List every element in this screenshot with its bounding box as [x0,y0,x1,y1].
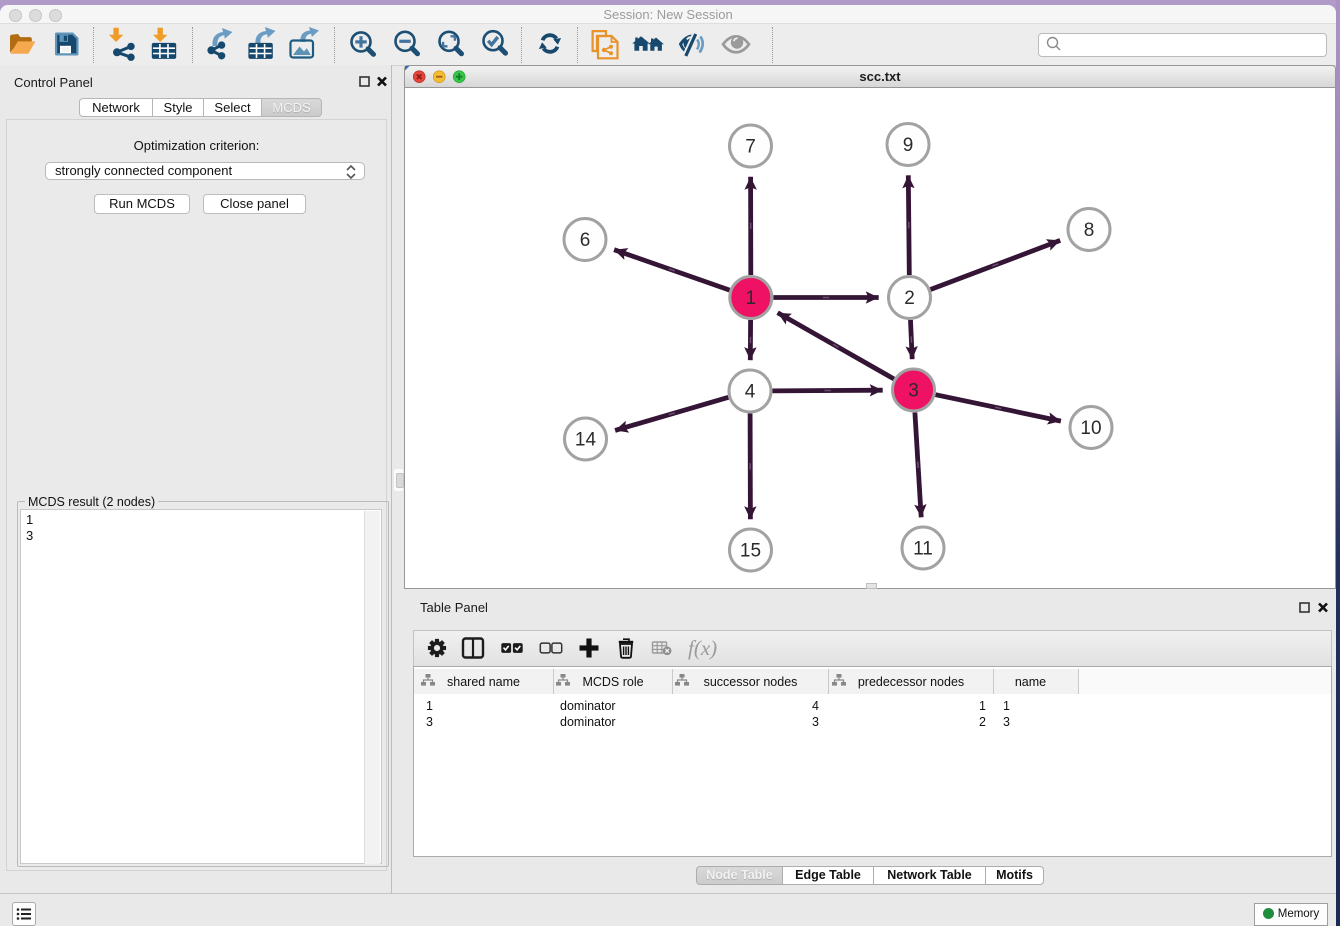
svg-text:4: 4 [745,382,756,403]
svg-text:3: 3 [908,381,919,402]
svg-text:14: 14 [575,430,597,451]
svg-text:11: 11 [913,539,933,560]
svg-text:10: 10 [1080,418,1101,439]
svg-text:2: 2 [904,288,915,309]
svg-text:6: 6 [580,230,591,251]
svg-text:1: 1 [746,288,757,309]
svg-text:7: 7 [745,137,756,158]
svg-text:9: 9 [903,135,914,156]
svg-text:15: 15 [740,541,761,562]
svg-text:f(x): f(x) [688,636,717,660]
svg-text:8: 8 [1084,220,1095,241]
